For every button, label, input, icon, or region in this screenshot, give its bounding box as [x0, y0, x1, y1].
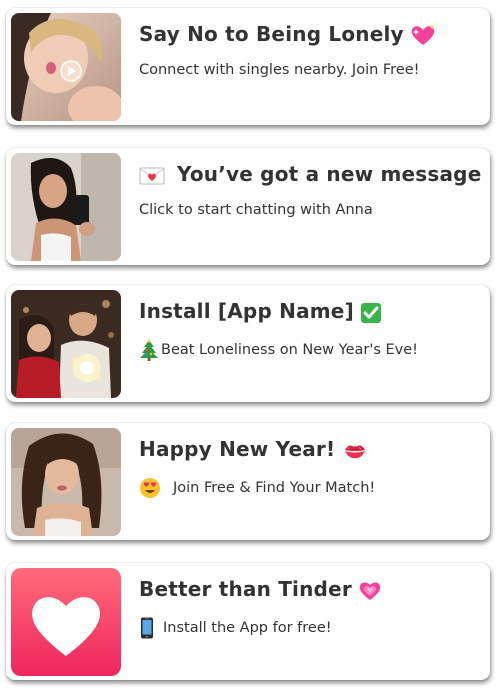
notification-card-4[interactable]: Happy New Year! Join Free & Find Your Ma…	[6, 423, 490, 540]
growing-heart-icon	[358, 580, 382, 602]
notification-subtitle: Click to start chatting with Anna	[139, 202, 373, 218]
notification-card-2[interactable]: You’ve got a new message Click to start …	[6, 148, 490, 265]
love-letter-icon	[139, 166, 165, 186]
notification-title-text: Install [App Name]	[139, 299, 354, 323]
notification-subtitle-text: Beat Loneliness on New Year's Eve!	[161, 342, 418, 358]
notification-title: Happy New Year!	[139, 437, 367, 461]
woman-mirror-selfie-thumbnail	[11, 153, 121, 261]
notification-title: Say No to Being Lonely	[139, 22, 436, 47]
heart-eyes-face-icon	[139, 477, 161, 499]
couple-sparklers-thumbnail	[11, 290, 121, 398]
notification-title-text: Better than Tinder	[139, 577, 352, 601]
notification-title-text: You’ve got a new message	[177, 162, 482, 186]
notification-title-text: Say No to Being Lonely	[139, 22, 404, 46]
notification-card-5[interactable]: Better than Tinder Install the App for f…	[6, 563, 490, 680]
notification-subtitle: Join Free & Find Your Match!	[139, 477, 375, 499]
christmas-tree-icon	[139, 339, 159, 361]
check-mark-button-icon	[360, 302, 382, 324]
white-heart-app-icon	[11, 568, 121, 676]
notification-title-text: Happy New Year!	[139, 437, 336, 461]
woman-portrait-thumbnail	[11, 428, 121, 536]
notification-subtitle: Install the App for free!	[139, 617, 332, 639]
notification-title: Install [App Name]	[139, 299, 382, 324]
notification-subtitle: Connect with singles nearby. Join Free!	[139, 62, 420, 78]
mobile-phone-icon	[139, 617, 155, 639]
notification-subtitle-text: Install the App for free!	[163, 620, 332, 636]
notification-subtitle-text: Join Free & Find Your Match!	[173, 480, 376, 496]
woman-selfie-thumbnail	[11, 13, 121, 121]
notification-title: You’ve got a new message	[139, 162, 481, 186]
notification-card-3[interactable]: Install [App Name] Beat Loneliness on Ne…	[6, 285, 490, 402]
notification-title: Better than Tinder	[139, 577, 382, 602]
notification-card-1[interactable]: Say No to Being Lonely Connect with sing…	[6, 8, 490, 125]
kiss-mark-icon	[343, 441, 367, 461]
sparkling-heart-icon	[410, 24, 436, 47]
notification-subtitle: Beat Loneliness on New Year's Eve!	[139, 339, 418, 361]
